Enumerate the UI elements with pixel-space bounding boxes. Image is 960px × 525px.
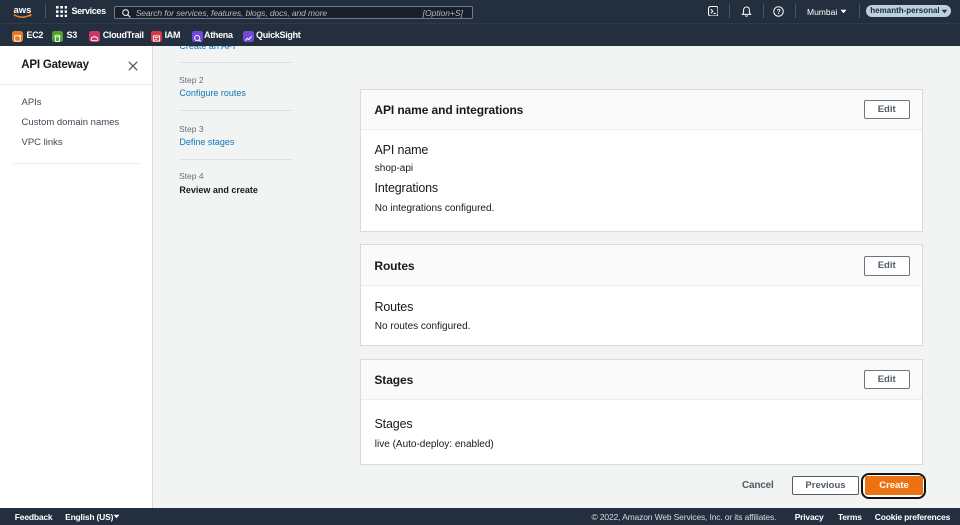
svg-text:aws: aws (14, 5, 32, 16)
svg-text:?: ? (777, 9, 781, 16)
